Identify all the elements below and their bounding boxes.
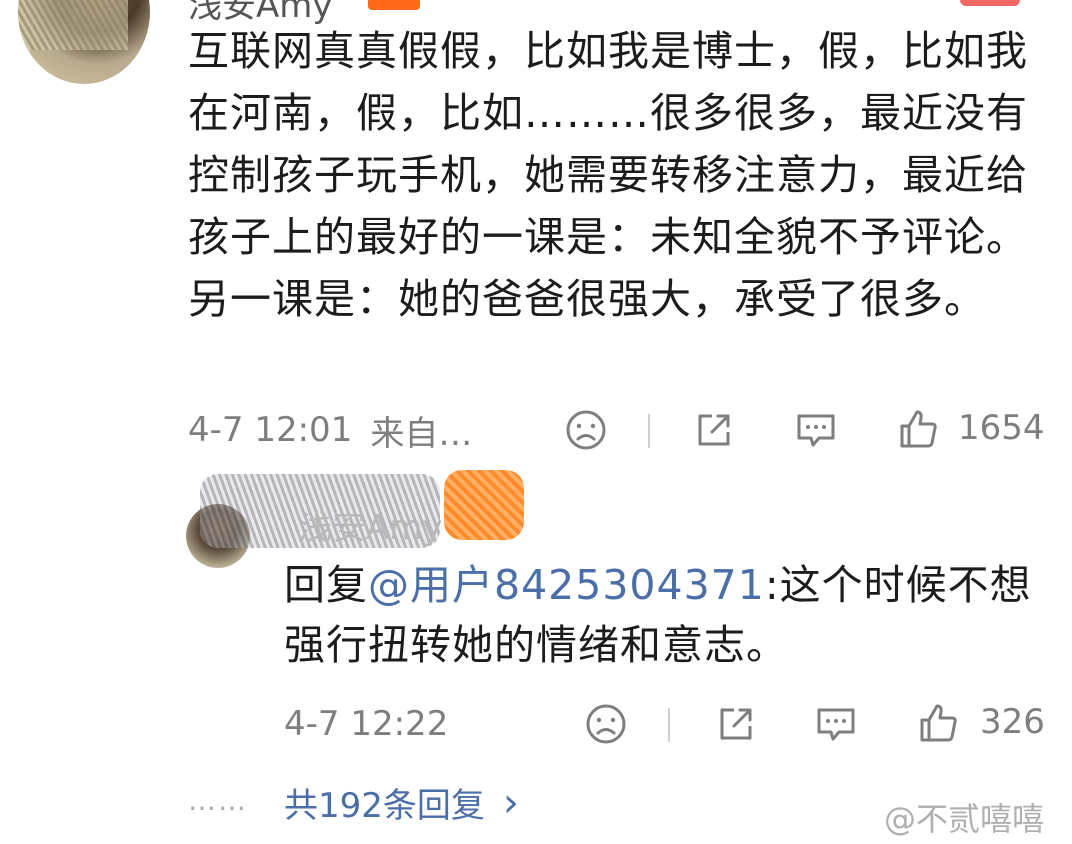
comment-bubble-icon[interactable] xyxy=(812,700,860,748)
like-count: 1654 xyxy=(958,408,1045,448)
reply-time: 4-7 12:22 xyxy=(284,704,449,744)
reply-meta: 4-7 12:22 xyxy=(284,702,448,746)
reply-like-count: 326 xyxy=(980,702,1045,742)
comment-text: 互联网真真假假，比如我是博士，假，比如我在河南，假，比如………很多很多，最近没有… xyxy=(188,27,1028,323)
chevron-right-icon: › xyxy=(502,779,519,826)
more-replies-label: 共192条回复 xyxy=(284,786,485,826)
thumbs-up-icon[interactable] xyxy=(894,404,942,454)
sad-face-icon[interactable] xyxy=(582,700,630,748)
thread-dots: …… xyxy=(188,784,248,817)
divider xyxy=(668,708,670,742)
sad-face-icon[interactable] xyxy=(562,406,610,454)
comment-meta: 4-7 12:01 来自… xyxy=(188,406,472,455)
divider xyxy=(648,414,650,448)
share-icon[interactable] xyxy=(690,406,738,454)
watermark: @不贰嘻嘻 xyxy=(884,800,1045,838)
comment-time: 4-7 12:01 xyxy=(188,410,353,450)
share-icon[interactable] xyxy=(712,700,760,748)
fan-badge xyxy=(368,0,420,10)
mention-link[interactable]: @用户8425304371 xyxy=(368,561,765,609)
reply-text: 回复@用户8425304371:这个时候不想强行扭转她的情绪和意志。 xyxy=(284,555,1044,675)
thumbs-up-icon[interactable] xyxy=(914,698,962,748)
fan-badge-reply xyxy=(444,470,524,540)
top-right-badge xyxy=(960,0,1020,6)
avatar-comment-author[interactable] xyxy=(18,0,150,84)
comment-source[interactable]: 来自… xyxy=(370,406,472,455)
reply-author-name[interactable]: 浅安Amy xyxy=(298,500,443,549)
comment-bubble-icon[interactable] xyxy=(792,406,840,454)
more-replies-link[interactable]: 共192条回复 › xyxy=(284,778,519,827)
reply-prefix: 回复 xyxy=(284,561,368,609)
